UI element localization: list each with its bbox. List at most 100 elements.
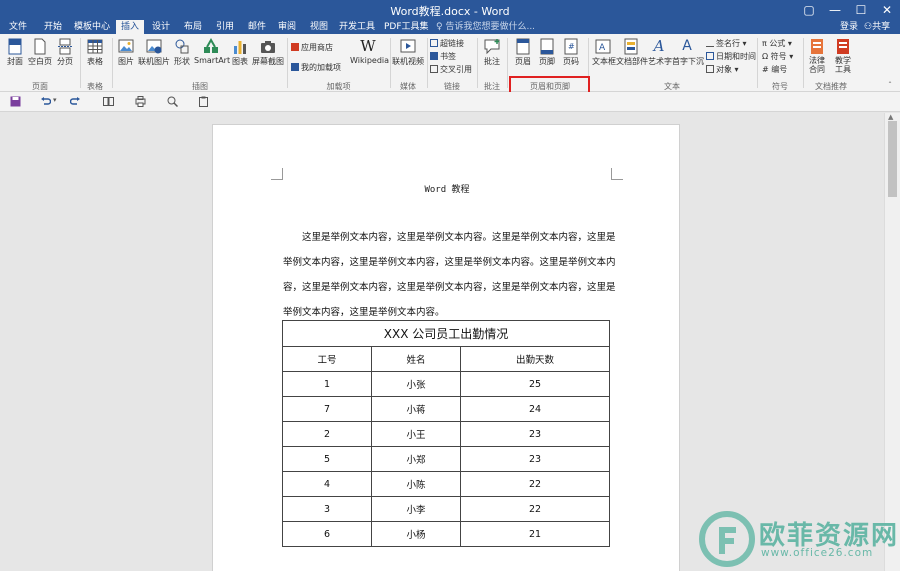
close-button[interactable]: ✕ <box>874 0 900 20</box>
group-label-symbols: 符号 <box>772 82 788 91</box>
page-header-text[interactable]: Word 教程 <box>213 182 681 195</box>
maximize-button[interactable]: ☐ <box>848 0 874 20</box>
equation-button[interactable]: π 公式 ▾ <box>762 38 792 50</box>
ribbon-display-options-button[interactable]: ▢ <box>796 0 822 20</box>
comment-button[interactable]: 批注 <box>481 38 503 67</box>
object-button[interactable]: 对象 ▾ <box>706 64 739 76</box>
collapse-ribbon-icon[interactable]: ˆ <box>888 81 892 90</box>
chart-button[interactable]: 图表 <box>230 38 250 67</box>
table-button[interactable]: 表格 <box>84 38 106 67</box>
table-cell[interactable]: 小杨 <box>371 521 461 547</box>
table-cell[interactable]: 小陈 <box>371 471 461 497</box>
table-cell[interactable]: 7 <box>282 396 372 422</box>
tab-pdf-tools[interactable]: PDF工具集 <box>384 20 429 34</box>
tab-home[interactable]: 开始 <box>40 20 66 34</box>
table-cell[interactable]: 小蒋 <box>371 396 461 422</box>
signature-line-button[interactable]: 签名行 ▾ <box>706 38 747 50</box>
header-button[interactable]: 页眉 <box>512 38 534 67</box>
table-cell[interactable]: 23 <box>460 421 610 447</box>
my-addins-button[interactable]: 我的加载项 <box>291 62 341 74</box>
undo-dropdown-icon[interactable]: ▾ <box>53 96 57 104</box>
table-cell[interactable]: 小王 <box>371 421 461 447</box>
minimize-button[interactable]: — <box>822 0 848 20</box>
legal-contract-button[interactable]: 法律合同 <box>806 38 828 74</box>
zoom-icon[interactable] <box>167 96 178 107</box>
numbering-button[interactable]: # 编号 <box>762 64 787 76</box>
undo-icon[interactable] <box>40 96 51 107</box>
body-paragraph-line[interactable]: 举例文本内容，这里是举例文本内容。 <box>283 304 613 318</box>
table-cell[interactable]: 小李 <box>371 496 461 522</box>
tab-layout[interactable]: 布局 <box>180 20 206 34</box>
body-paragraph-line[interactable]: 举例文本内容，这里是举例文本内容，这里是举例文本内容。这里是举例文本内 <box>283 254 616 268</box>
table-cell[interactable]: 6 <box>282 521 372 547</box>
tab-developer[interactable]: 开发工具 <box>338 20 376 34</box>
table-cell[interactable]: 23 <box>460 446 610 472</box>
redo-icon[interactable] <box>70 96 81 107</box>
smartart-button[interactable]: SmartArt <box>194 38 230 65</box>
column-header-id[interactable]: 工号 <box>282 346 372 372</box>
tab-view[interactable]: 视图 <box>306 20 332 34</box>
wikipedia-button[interactable]: W Wikipedia <box>350 38 389 66</box>
tell-me-box[interactable]: ♀ 告诉我您想要做什么... <box>436 20 535 34</box>
teaching-tools-button[interactable]: 教学工具 <box>832 38 854 74</box>
online-picture-button[interactable]: 联机图片 <box>138 38 170 67</box>
table-caption[interactable]: XXX 公司员工出勤情况 <box>282 320 610 347</box>
wordart-button[interactable]: A 艺术字 <box>648 38 672 67</box>
tab-mailings[interactable]: 邮件 <box>244 20 270 34</box>
bookmark-button[interactable]: 书签 <box>430 51 456 63</box>
save-icon[interactable] <box>10 96 21 107</box>
scrollbar-thumb[interactable] <box>888 121 897 197</box>
table-cell[interactable]: 25 <box>460 371 610 397</box>
sign-in-link[interactable]: 登录 <box>840 20 858 34</box>
tab-review[interactable]: 审阅 <box>274 20 300 34</box>
table-cell[interactable]: 2 <box>282 421 372 447</box>
print-preview-icon[interactable] <box>135 96 146 107</box>
table-cell[interactable]: 24 <box>460 396 610 422</box>
tab-file[interactable]: 文件 <box>5 20 31 34</box>
cover-page-button[interactable]: 封面 <box>4 38 26 67</box>
clipboard-icon[interactable] <box>198 96 209 107</box>
table-cell[interactable]: 小郑 <box>371 446 461 472</box>
cross-reference-button[interactable]: 交叉引用 <box>430 64 472 76</box>
table-cell[interactable]: 1 <box>282 371 372 397</box>
online-video-button[interactable]: 联机视频 <box>392 38 424 67</box>
date-time-button[interactable]: 日期和时间 <box>706 51 756 63</box>
blank-page-button[interactable]: 空白页 <box>28 38 52 67</box>
page-number-button[interactable]: # 页码 <box>560 38 582 67</box>
table-cell[interactable]: 3 <box>282 496 372 522</box>
share-button[interactable]: ⚇共享 <box>864 20 890 34</box>
textbox-button[interactable]: A 文本框 <box>592 38 616 67</box>
table-cell[interactable]: 5 <box>282 446 372 472</box>
store-button[interactable]: 应用商店 <box>291 42 333 54</box>
page-break-button[interactable]: 分页 <box>54 38 76 67</box>
table-cell[interactable]: 小张 <box>371 371 461 397</box>
legal-contract-label: 法律合同 <box>809 56 825 74</box>
table-row: 7 小蒋 24 <box>282 396 610 422</box>
hyperlink-button[interactable]: 超链接 <box>430 38 464 50</box>
column-header-days[interactable]: 出勤天数 <box>460 346 610 372</box>
table-cell[interactable]: 4 <box>282 471 372 497</box>
read-mode-icon[interactable] <box>103 96 114 107</box>
hyperlink-label: 超链接 <box>440 39 464 48</box>
table-cell[interactable]: 21 <box>460 521 610 547</box>
tab-template-center[interactable]: 模板中心 <box>72 20 112 34</box>
body-paragraph-line[interactable]: 容，这里是举例文本内容，这里是举例文本内容，这里是举例文本内容，这里是 <box>283 279 616 293</box>
quick-parts-button[interactable]: 文档部件 <box>616 38 648 67</box>
drop-cap-button[interactable]: A 首字下沉 <box>672 38 704 67</box>
picture-button[interactable]: 图片 <box>116 38 136 67</box>
table-cell[interactable]: 22 <box>460 496 610 522</box>
symbol-button[interactable]: Ω 符号 ▾ <box>762 51 793 63</box>
table-cell[interactable]: 22 <box>460 471 610 497</box>
body-paragraph-line[interactable]: 这里是举例文本内容，这里是举例文本内容。这里是举例文本内容，这里是 <box>283 229 616 243</box>
tab-design[interactable]: 设计 <box>148 20 174 34</box>
tab-references[interactable]: 引用 <box>212 20 238 34</box>
tab-insert[interactable]: 插入 <box>116 20 144 34</box>
shapes-button[interactable]: 形状 <box>172 38 192 67</box>
footer-button[interactable]: 页脚 <box>536 38 558 67</box>
attendance-table[interactable]: XXX 公司员工出勤情况 工号 姓名 出勤天数 1 小张 25 7 小蒋 2 4 … <box>282 320 610 547</box>
scroll-up-icon[interactable]: ▲ <box>888 113 893 121</box>
chart-label: 图表 <box>232 57 248 66</box>
screenshot-button[interactable]: 屏幕截图 <box>252 38 284 67</box>
vertical-scrollbar[interactable]: ▲ <box>884 113 900 571</box>
column-header-name[interactable]: 姓名 <box>371 346 461 372</box>
